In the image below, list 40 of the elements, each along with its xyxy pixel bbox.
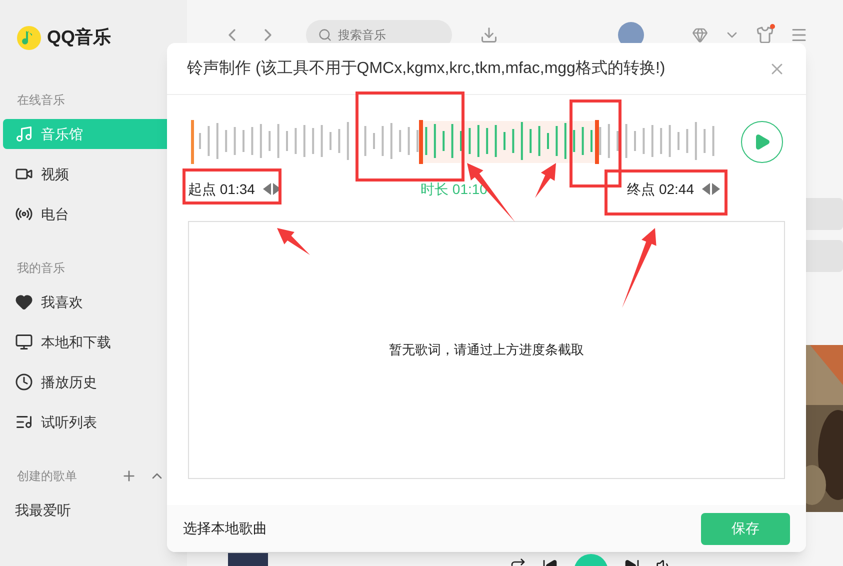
diamond-icon[interactable] [692,27,708,43]
play-button[interactable] [741,121,783,163]
skin-icon[interactable] [756,26,774,44]
choose-local-link[interactable]: 选择本地歌曲 [183,518,267,539]
app-name: QQ音乐 [47,26,112,49]
decrease-button[interactable] [702,183,710,195]
decrease-button[interactable] [262,183,271,195]
sidebar-item[interactable]: 我喜欢 [3,287,184,317]
section-title: 在线音乐 [17,92,65,109]
annotation-arrow [277,228,310,255]
heart-icon [15,293,33,311]
sidebar-item[interactable]: 电台 [3,199,184,229]
start-time: 起点 01:34 [188,180,255,198]
end-handle[interactable] [594,120,599,164]
lyrics-message: 暂无歌词，请通过上方进度条截取 [389,341,584,360]
sidebar-item[interactable]: 我最爱听 [3,495,184,525]
sidebar-item[interactable]: 视频 [3,159,184,189]
playlist-icon [15,413,33,431]
clock-icon [15,373,33,391]
download-icon[interactable] [480,26,498,44]
music-icon [15,125,33,143]
dialog-title: 铃声制作 (该工具不用于QMCx,kgmx,krc,tkm,mfac,mgg格式的转换!) [187,58,666,78]
annotation-arrow [535,163,556,198]
search-icon [318,28,332,42]
section-title: 创建的歌单 [17,468,77,485]
play-icon [753,133,771,151]
sidebar-item[interactable]: 本地和下载 [3,327,184,357]
increase-button[interactable] [272,183,281,195]
monitor-icon [15,333,33,351]
menu-icon[interactable] [790,26,808,44]
radio-icon [15,205,33,223]
sidebar-item[interactable]: 播放历史 [3,367,184,397]
logo-icon [17,26,41,50]
increase-button[interactable] [712,183,720,195]
section-title: 我的音乐 [17,260,65,277]
add-icon[interactable] [121,468,137,484]
start-handle[interactable] [419,120,424,164]
playhead [191,120,194,164]
sidebar-item[interactable]: 试听列表 [3,407,184,437]
end-time: 终点 02:44 [627,180,694,198]
